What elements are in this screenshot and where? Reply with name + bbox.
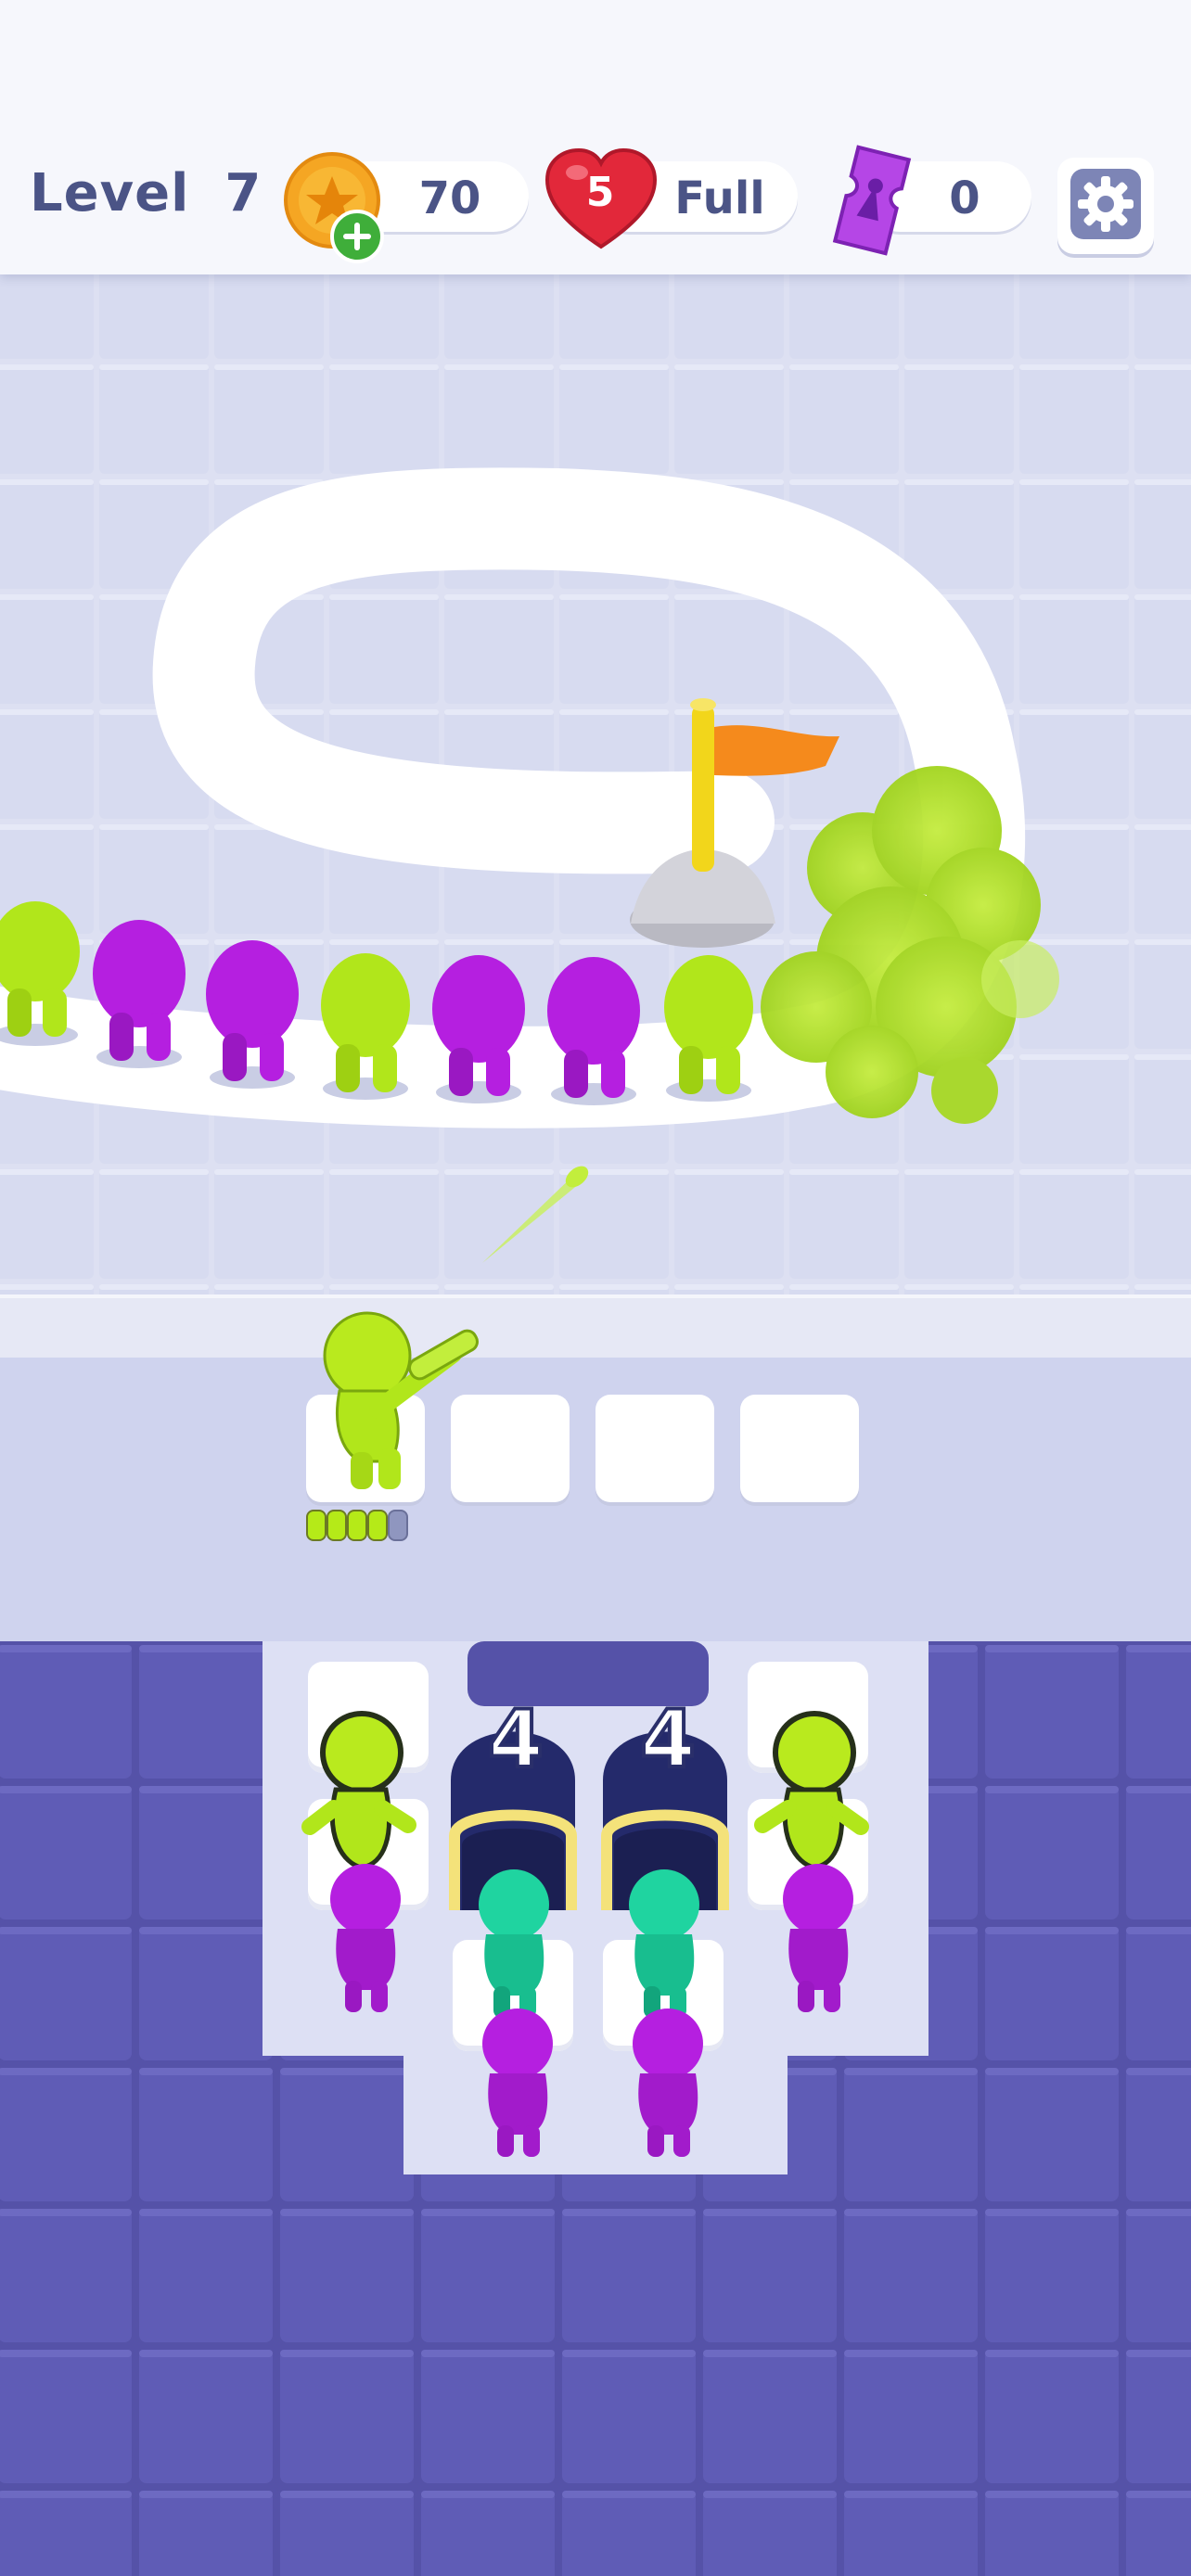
wall-ledge <box>0 1294 1191 1365</box>
ammo-pip-filled <box>306 1510 327 1541</box>
ammo-pip-filled <box>367 1510 388 1541</box>
add-coins-icon[interactable] <box>328 208 386 265</box>
coins-count: 70 <box>418 172 481 224</box>
ammo-pip-filled <box>347 1510 367 1541</box>
play-field <box>0 274 1191 1304</box>
shooter-slot[interactable] <box>740 1395 859 1502</box>
ticket-icon <box>832 145 912 256</box>
queued-character-magenta[interactable] <box>783 1864 853 2012</box>
level-number: 7 <box>224 163 263 223</box>
lives-count: 5 <box>585 169 615 216</box>
tickets-count: 0 <box>949 172 980 224</box>
top-hud: Level 7 70 5 Full 0 <box>0 0 1191 274</box>
queued-character-lime[interactable] <box>301 1711 416 1870</box>
gear-icon <box>1070 169 1141 239</box>
queued-character-magenta[interactable] <box>482 2009 553 2157</box>
lives-status: Full <box>674 172 765 224</box>
game-screen: 4 4 Level 7 70 5 Full 0 <box>0 0 1191 2576</box>
queued-character-teal[interactable] <box>479 1869 549 2018</box>
ammo-pip-empty <box>388 1510 408 1541</box>
queued-character-magenta[interactable] <box>330 1864 401 2012</box>
queued-character-teal[interactable] <box>629 1869 699 2018</box>
settings-button[interactable] <box>1057 158 1154 254</box>
ammo-pip-filled <box>327 1510 347 1541</box>
level-label: Level <box>30 163 190 223</box>
queued-characters <box>301 1711 869 2157</box>
shooter-slot[interactable] <box>596 1395 714 1502</box>
queued-character-magenta[interactable] <box>633 2009 703 2157</box>
level-indicator: Level 7 <box>30 163 262 223</box>
active-shooter <box>323 1311 479 1489</box>
queued-character-lime[interactable] <box>754 1711 869 1870</box>
